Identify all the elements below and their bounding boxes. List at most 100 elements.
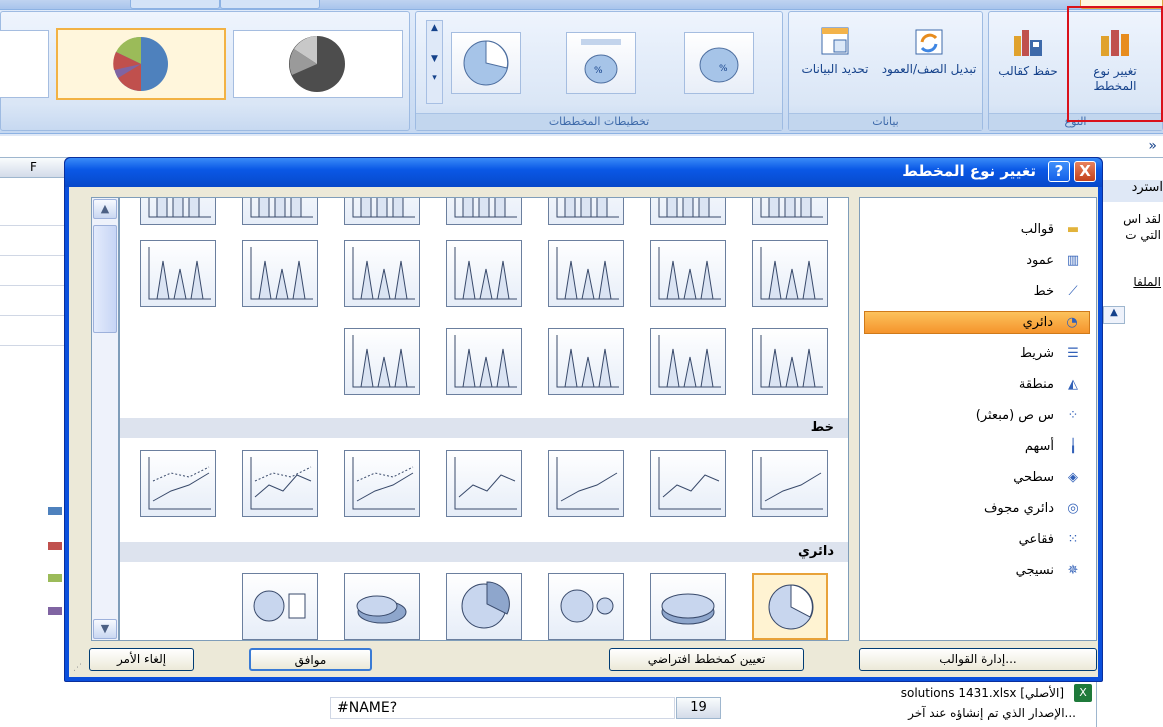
recovered-file-desc: الإصدار الذي تم إنشاؤه عند آخر... <box>908 706 1076 720</box>
cone-subtype-0[interactable] <box>752 240 828 307</box>
scroll-down-icon[interactable]: ▼ <box>427 47 442 71</box>
pane-scroll-up-icon[interactable]: ▲ <box>1103 306 1125 324</box>
chart-type-surface[interactable]: ◈ سطحي <box>864 466 1090 489</box>
chart-type-stock[interactable]: ╽ أسهم <box>864 435 1090 458</box>
more-icon[interactable]: ▾ <box>427 71 442 85</box>
cone-subtype-icon <box>250 247 313 300</box>
manage-templates-button[interactable]: إدارة القوالب... <box>859 648 1097 671</box>
layouts-scroll[interactable]: ▲ ▼ ▾ <box>426 20 443 104</box>
svg-text:%: % <box>594 66 603 76</box>
save-as-template-button[interactable]: حفظ كقالب <box>993 26 1063 79</box>
cone-subtype-icon <box>148 247 211 300</box>
pie-subtype-5[interactable] <box>242 573 318 640</box>
ok-button[interactable]: موافق <box>249 648 372 671</box>
column-subtype-5[interactable] <box>242 198 318 225</box>
legend-swatch-red <box>48 542 62 550</box>
column-subtype-6[interactable] <box>140 198 216 225</box>
formula-bar[interactable]: » <box>0 136 1163 158</box>
cone-subtype-8[interactable] <box>650 328 726 395</box>
cone-subtype-icon <box>556 247 619 300</box>
scroll-thumb[interactable] <box>93 225 117 333</box>
pie-subtype-0[interactable] <box>752 573 828 640</box>
scroll-up-button[interactable]: ▲ <box>93 199 117 219</box>
doughnut-chart-icon: ◎ <box>1067 500 1079 516</box>
pie-subtype-1[interactable] <box>650 573 726 640</box>
column-subtype-0[interactable] <box>752 198 828 225</box>
row-number-19[interactable]: 19 <box>676 697 721 719</box>
chart-type-line[interactable]: ⟋ خط <box>864 280 1090 303</box>
recovered-file-item[interactable]: solutions 1431.xlsx [الأصلي] X الإصدار ا… <box>740 682 1096 727</box>
chart-style-thumb-selected[interactable] <box>56 28 226 100</box>
resize-grip-icon[interactable]: ⋰ <box>73 663 85 675</box>
column-subtype-2[interactable] <box>548 198 624 225</box>
set-default-chart-button[interactable]: تعيين كمخطط افتراضي <box>609 648 804 671</box>
line-subtype-icon <box>148 457 211 510</box>
scroll-down-button[interactable]: ▼ <box>93 619 117 639</box>
column-subtype-icon <box>556 198 619 218</box>
cone-subtype-4[interactable] <box>344 240 420 307</box>
column-subtype-1[interactable] <box>650 198 726 225</box>
line-subtype-3[interactable] <box>446 450 522 517</box>
pie-subtype-4[interactable] <box>344 573 420 640</box>
chart-type-bar[interactable]: ☰ شريط <box>864 342 1090 365</box>
cone-subtype-icon <box>454 247 517 300</box>
tab-layout-partial[interactable] <box>220 0 320 9</box>
line-subtype-0[interactable] <box>752 450 828 517</box>
pie-percent-layout-icon: % <box>581 39 621 84</box>
line-subtype-1[interactable] <box>650 450 726 517</box>
highlight-box <box>1067 6 1163 122</box>
chart-type-templates[interactable]: ▬ قوالب <box>864 218 1090 241</box>
layout-option-2[interactable]: % <box>566 32 636 94</box>
column-subtype-4[interactable] <box>344 198 420 225</box>
line-subtype-6[interactable] <box>140 450 216 517</box>
line-subtype-5[interactable] <box>242 450 318 517</box>
cone-subtype-icon <box>352 335 415 388</box>
svg-text:%: % <box>719 64 728 74</box>
line-subtype-icon <box>250 457 313 510</box>
radar-chart-icon: ✵ <box>1067 562 1079 578</box>
switch-row-column-button[interactable]: تبديل الصف/العمود <box>879 26 979 77</box>
data-group-title: بيانات <box>789 113 982 130</box>
chart-type-scatter[interactable]: ⁘ س ص (مبعثر) <box>864 404 1090 427</box>
expand-icon[interactable]: » <box>1148 138 1157 154</box>
pie-subtype-3[interactable] <box>446 573 522 640</box>
help-button[interactable]: ? <box>1048 161 1070 182</box>
chart-type-radar[interactable]: ✵ نسيجي <box>864 559 1090 582</box>
cell-name-error[interactable]: #NAME? <box>330 697 675 719</box>
layout-option-1[interactable] <box>451 32 521 94</box>
line-subtype-4[interactable] <box>344 450 420 517</box>
cone-subtype-9[interactable] <box>548 328 624 395</box>
cone-subtype-5[interactable] <box>242 240 318 307</box>
ribbon: ▲ ▼ ▾ % % تخطيطات المخططات تحديد البيانا… <box>0 0 1163 134</box>
chart-type-column[interactable]: ▥ عمود <box>864 249 1090 272</box>
dialog-titlebar[interactable]: تغيير نوع المخطط ? X <box>65 158 1102 187</box>
cone-subtype-1[interactable] <box>650 240 726 307</box>
cone-subtype-3[interactable] <box>446 240 522 307</box>
cone-subtype-11[interactable] <box>344 328 420 395</box>
layout-option-3[interactable]: % <box>684 32 754 94</box>
cone-subtype-7[interactable] <box>752 328 828 395</box>
chart-type-bubble[interactable]: ⁙ فقاعي <box>864 528 1090 551</box>
select-data-button[interactable]: تحديد البيانات <box>795 26 875 77</box>
legend-swatch-purple <box>48 607 62 615</box>
column-subtype-3[interactable] <box>446 198 522 225</box>
chart-type-doughnut[interactable]: ◎ دائري مجوف <box>864 497 1090 520</box>
chart-style-thumb-partial[interactable] <box>0 30 49 98</box>
column-header-f[interactable]: F <box>30 160 37 174</box>
scroll-up-icon[interactable]: ▲ <box>427 21 442 35</box>
close-button[interactable]: X <box>1074 161 1096 182</box>
cone-subtype-6[interactable] <box>140 240 216 307</box>
pie-subtype-2[interactable] <box>548 573 624 640</box>
chart-type-area[interactable]: ◭ منطقة <box>864 373 1090 396</box>
line-subtype-icon <box>760 457 823 510</box>
chart-type-list: ▬ قوالب ▥ عمود ⟋ خط ◔ دائري ☰ شريط ◭ منطقة ⁘ س … <box>859 197 1097 641</box>
cone-subtype-2[interactable] <box>548 240 624 307</box>
column-subtype-icon <box>454 198 517 218</box>
gallery-scrollbar[interactable]: ▲ ▼ <box>91 197 119 641</box>
chart-style-thumb-gray[interactable] <box>233 30 403 98</box>
chart-type-pie[interactable]: ◔ دائري <box>864 311 1090 334</box>
tab-format-partial[interactable] <box>130 0 220 9</box>
line-subtype-2[interactable] <box>548 450 624 517</box>
cone-subtype-10[interactable] <box>446 328 522 395</box>
cancel-button[interactable]: إلغاء الأمر <box>89 648 194 671</box>
